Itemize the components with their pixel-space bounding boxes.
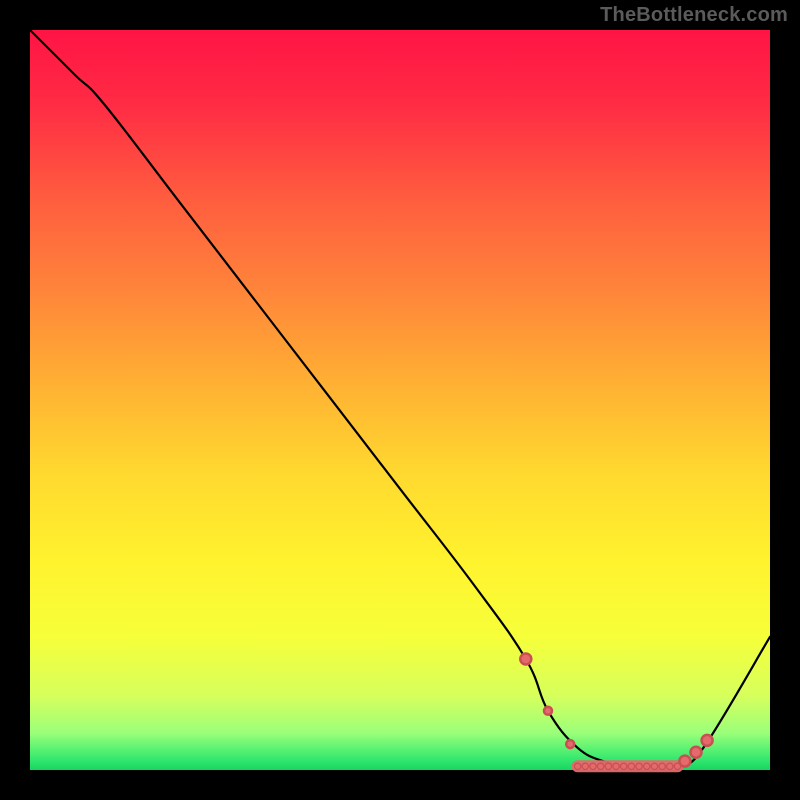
curve-marker — [566, 740, 574, 748]
flat-region-dot — [590, 763, 596, 769]
flat-region-dot — [628, 763, 634, 769]
flat-region-dot — [621, 763, 627, 769]
flat-region-dot — [644, 763, 650, 769]
curve-marker — [520, 654, 531, 665]
flat-region-dot — [613, 763, 619, 769]
flat-region-dot — [597, 763, 603, 769]
flat-region-dot — [605, 763, 611, 769]
chart-stage: TheBottleneck.com — [0, 0, 800, 800]
flat-region-dot — [574, 763, 580, 769]
flat-region-dot — [582, 763, 588, 769]
flat-region-dot — [667, 763, 673, 769]
flat-region-dot — [636, 763, 642, 769]
curve-marker — [679, 756, 690, 767]
flat-region-dot — [659, 763, 665, 769]
watermark-label: TheBottleneck.com — [600, 4, 788, 27]
curve-marker — [702, 735, 713, 746]
flat-region-dot — [651, 763, 657, 769]
curve-marker — [544, 707, 552, 715]
gradient-panel — [30, 30, 770, 770]
chart-svg — [0, 0, 800, 800]
curve-marker — [691, 747, 702, 758]
